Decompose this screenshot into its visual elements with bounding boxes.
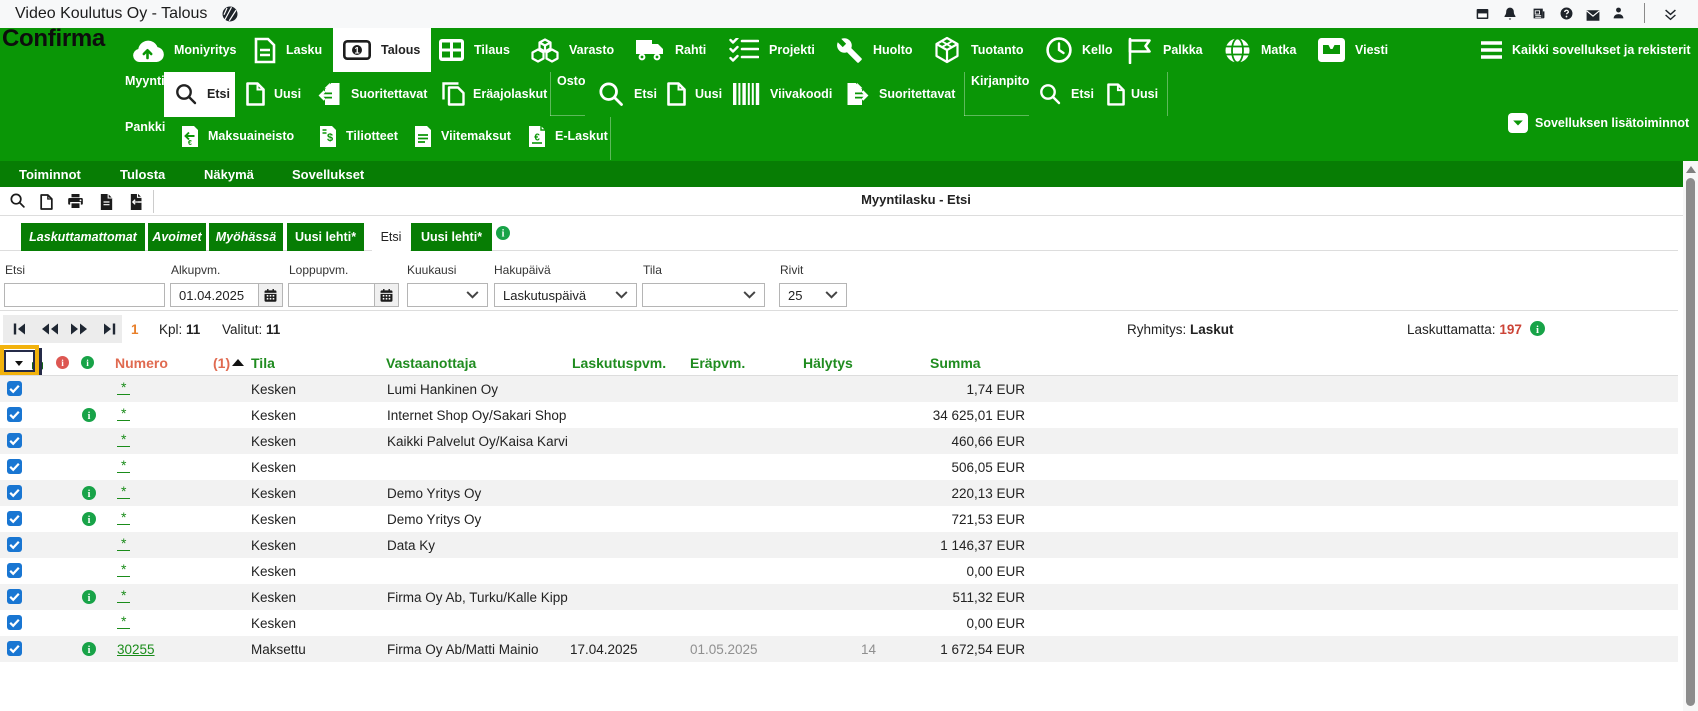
svg-text:i: i [88,593,91,604]
svg-text:i: i [88,645,91,656]
svg-text:i: i [61,359,64,369]
svg-text:i: i [88,411,91,422]
svg-text:€: € [188,140,192,147]
svg-text:€: € [534,132,540,143]
svg-text:i: i [1536,324,1539,336]
svg-text:1: 1 [354,45,360,56]
svg-text:$: $ [327,132,333,144]
svg-text:i: i [88,489,91,500]
svg-text:i: i [88,515,91,526]
svg-text:i: i [86,359,89,369]
svg-text:i: i [502,229,505,240]
